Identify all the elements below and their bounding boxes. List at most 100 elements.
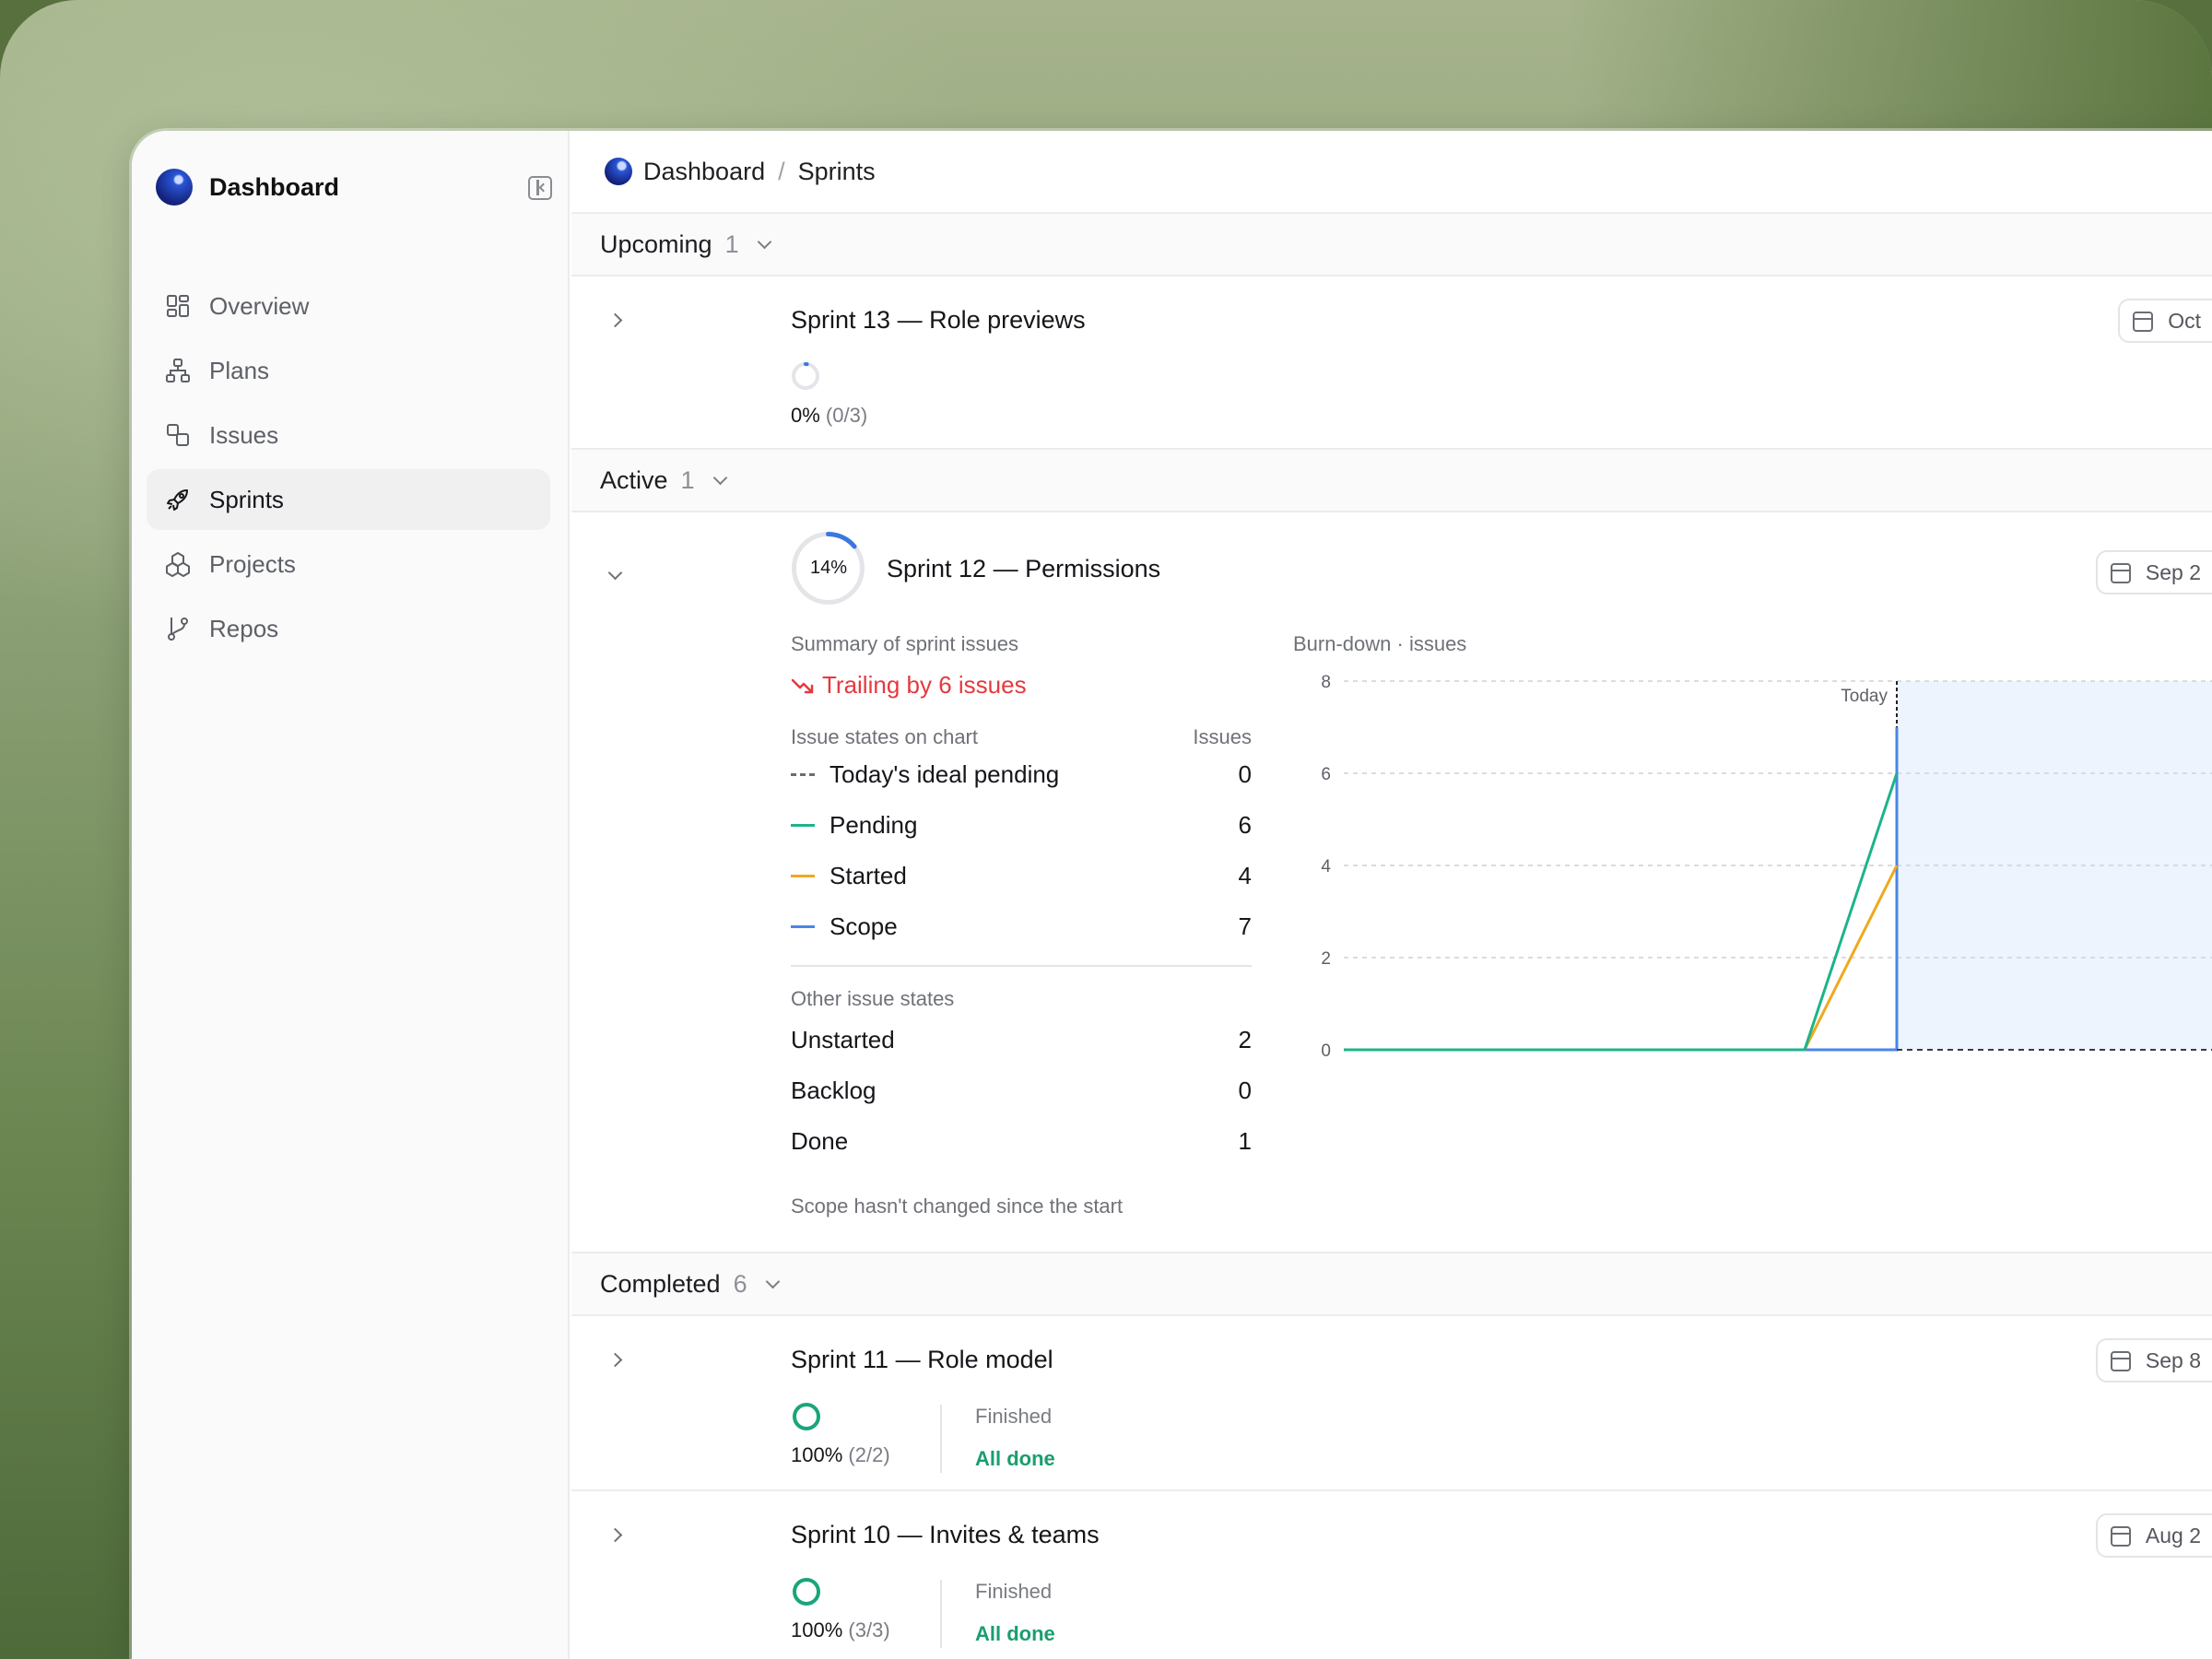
expand-toggle[interactable] (603, 1347, 627, 1371)
sprint-summary: Summary of sprint issues Trailing by 6 i… (791, 632, 1252, 1218)
sidebar-item-projects[interactable]: Projects (147, 534, 550, 594)
sidebar-item-plans[interactable]: Plans (147, 340, 550, 401)
sidebar-item-label: Plans (209, 356, 270, 384)
main-content: Dashboard / Sprints Upcoming 1 Sprint 13… (571, 131, 2212, 1659)
sidebar-item-label: Sprints (209, 485, 284, 513)
date-label: Aug 2 (2145, 1523, 2201, 1547)
series-line-scope (1344, 727, 1899, 1052)
group-header-upcoming[interactable]: Upcoming 1 (571, 214, 2212, 276)
progress-percent: 100% (2/2) (791, 1443, 890, 1467)
calendar-icon (2110, 1351, 2131, 1371)
today-label: Today (1841, 687, 1888, 706)
state-value: 6 (1238, 811, 1252, 839)
state-row-scope: Scope 7 (791, 901, 1252, 952)
breadcrumb-root[interactable]: Dashboard (643, 158, 765, 186)
status-label: Finished (975, 1580, 1053, 1603)
sprint-row-completed[interactable]: Sprint 11 — Role model Sep 8 100% (2/2) … (571, 1316, 2212, 1491)
collapse-toggle[interactable] (603, 560, 627, 584)
y-tick-label: 2 (1321, 949, 1331, 969)
sprint-name[interactable]: Sprint 11 — Role model (791, 1346, 1053, 1374)
sidebar-item-repos[interactable]: Repos (147, 598, 550, 659)
hierarchy-icon (165, 358, 191, 383)
state-label: Pending (830, 811, 918, 839)
breadcrumb-separator: / (778, 157, 785, 185)
progress-percent: 14% (809, 558, 848, 578)
calendar-icon (2133, 312, 2154, 332)
group-header-active[interactable]: Active 1 (571, 450, 2212, 512)
state-label: Started (830, 862, 907, 889)
group-header-completed[interactable]: Completed 6 (571, 1253, 2212, 1316)
progress-ring-complete (793, 1403, 820, 1430)
state-label: Today's ideal pending (830, 760, 1060, 788)
y-tick-label: 4 (1321, 857, 1331, 877)
expand-toggle[interactable] (603, 308, 627, 332)
chevron-right-icon (607, 1527, 622, 1542)
burndown-chart: 86420Sep 23Sep 25Sep 27Sep 29Oct 1Oct 2T… (1321, 674, 2212, 1061)
sidebar-header: Dashboard (156, 166, 552, 208)
sprint-row-upcoming[interactable]: Sprint 13 — Role previews Oct 0% (0/3) (571, 276, 2212, 450)
other-state-row: Backlog 0 (791, 1065, 1252, 1116)
finished-status: Finished All done (940, 1405, 1055, 1473)
state-row-pending: Pending 6 (791, 800, 1252, 851)
layout-grid-icon (165, 293, 191, 319)
percent-value: 100% (791, 1443, 843, 1466)
git-branch-icon (165, 616, 191, 641)
summary-label: Summary of sprint issues (791, 632, 1018, 655)
sidebar: Dashboard Overview Plans Issues Sprints … (132, 131, 570, 1659)
trend-down-icon (791, 678, 814, 693)
finished-status: Finished All done (940, 1580, 1055, 1648)
state-label: Scope (830, 912, 898, 940)
collapse-sidebar-icon[interactable] (528, 176, 552, 200)
status-note: All done (975, 1447, 1055, 1470)
legend-swatch (791, 824, 815, 827)
date-range-button[interactable]: Oct (2118, 299, 2212, 343)
state-value: 0 (1238, 760, 1252, 788)
shapes-icon (165, 422, 191, 448)
rocket-icon (165, 487, 191, 512)
date-range-button[interactable]: Sep 2 (2095, 550, 2212, 594)
percent-value: 0% (791, 404, 820, 427)
group-label: Completed (600, 1269, 721, 1298)
state-value: 4 (1238, 862, 1252, 889)
chevron-right-icon (607, 1352, 622, 1367)
sidebar-item-overview[interactable]: Overview (147, 276, 550, 336)
state-label: Backlog (791, 1077, 877, 1104)
app-window: Dashboard Overview Plans Issues Sprints … (132, 131, 2212, 1659)
date-range-button[interactable]: Sep 8 (2095, 1338, 2212, 1382)
date-label: Sep 8 (2145, 1347, 2201, 1372)
other-state-row: Unstarted 2 (791, 1015, 1252, 1065)
sidebar-item-label: Issues (209, 420, 279, 449)
status-note: All done (975, 1622, 1055, 1645)
sprint-row-completed[interactable]: Sprint 10 — Invites & teams Aug 2 100% (… (571, 1491, 2212, 1659)
breadcrumb-current: Sprints (797, 157, 876, 185)
state-value: 0 (1238, 1077, 1252, 1104)
issues-header-label: Issues (1193, 725, 1252, 748)
sidebar-item-issues[interactable]: Issues (147, 405, 550, 465)
sprint-name[interactable]: Sprint 12 — Permissions (887, 555, 1160, 583)
date-range-button[interactable]: Aug 2 (2095, 1513, 2212, 1558)
legend-swatch (791, 925, 815, 928)
sidebar-item-sprints[interactable]: Sprints (147, 469, 550, 530)
group-label: Upcoming (600, 229, 712, 258)
sprint-name[interactable]: Sprint 13 — Role previews (791, 306, 1086, 335)
states-header-label: Issue states on chart (791, 725, 978, 748)
sidebar-item-label: Repos (209, 614, 279, 642)
calendar-icon (2110, 563, 2131, 583)
progress-percent: 0% (0/3) (791, 404, 867, 428)
expand-toggle[interactable] (603, 1523, 627, 1547)
progress-track (792, 362, 819, 390)
sprint-name[interactable]: Sprint 10 — Invites & teams (791, 1521, 1100, 1549)
state-label: Unstarted (791, 1026, 895, 1053)
app-title: Dashboard (209, 172, 340, 201)
state-label: Done (791, 1127, 849, 1155)
divider (791, 965, 1252, 967)
chevron-down-icon (607, 565, 622, 580)
legend-swatch (791, 875, 815, 877)
state-value: 2 (1238, 1026, 1252, 1053)
chevron-down-icon (757, 234, 771, 249)
other-state-row: Done 1 (791, 1116, 1252, 1167)
sidebar-nav: Overview Plans Issues Sprints Projects R… (147, 276, 550, 663)
y-tick-label: 8 (1321, 674, 1331, 692)
status-label: Finished (975, 1405, 1053, 1428)
breadcrumb: Dashboard / Sprints (571, 131, 2212, 214)
